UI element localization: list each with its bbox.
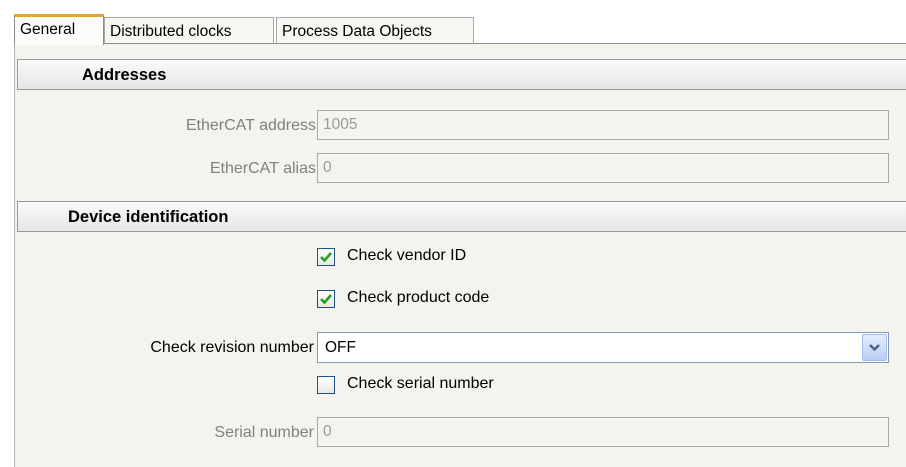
- chevron-down-icon: [869, 344, 880, 352]
- check-serial-number-label: Check serial number: [347, 375, 494, 392]
- section-header-addresses: Addresses: [17, 59, 906, 90]
- tab-process-data-objects[interactable]: Process Data Objects: [276, 17, 474, 44]
- ethercat-address-label: EtherCAT address: [185, 117, 316, 134]
- check-vendor-id-label: Check vendor ID: [347, 247, 467, 264]
- tab-strip: General Distributed clocks Process Data …: [14, 14, 906, 45]
- check-revision-number-label: Check revision number: [150, 339, 314, 356]
- section-title-device-identification: Device identification: [68, 208, 229, 226]
- general-panel: Addresses EtherCAT address 1005 EtherCAT…: [14, 43, 906, 467]
- ethercat-address-field[interactable]: 1005: [317, 110, 889, 140]
- checkbox-unchecked[interactable]: [317, 376, 335, 394]
- checkmark-icon: [320, 294, 332, 305]
- serial-number-label: Serial number: [214, 424, 314, 441]
- ethercat-alias-label: EtherCAT alias: [209, 160, 316, 177]
- tab-general[interactable]: General: [14, 14, 104, 45]
- dropdown-button[interactable]: [862, 334, 887, 361]
- section-header-device-identification: Device identification: [17, 201, 906, 232]
- checkbox-checked[interactable]: [317, 248, 335, 266]
- check-product-code-checkbox[interactable]: Check product code: [317, 288, 617, 312]
- section-title-addresses: Addresses: [82, 66, 167, 84]
- check-revision-number-select[interactable]: OFF: [317, 332, 889, 363]
- ethercat-alias-field[interactable]: 0: [317, 153, 889, 183]
- checkbox-checked[interactable]: [317, 290, 335, 308]
- check-serial-number-checkbox[interactable]: Check serial number: [317, 374, 617, 398]
- check-vendor-id-checkbox[interactable]: Check vendor ID: [317, 246, 617, 270]
- check-product-code-label: Check product code: [347, 289, 490, 306]
- check-revision-number-value: OFF: [325, 339, 356, 356]
- checkmark-icon: [320, 252, 332, 263]
- tab-distributed-clocks[interactable]: Distributed clocks: [104, 17, 274, 44]
- serial-number-field[interactable]: 0: [317, 417, 889, 447]
